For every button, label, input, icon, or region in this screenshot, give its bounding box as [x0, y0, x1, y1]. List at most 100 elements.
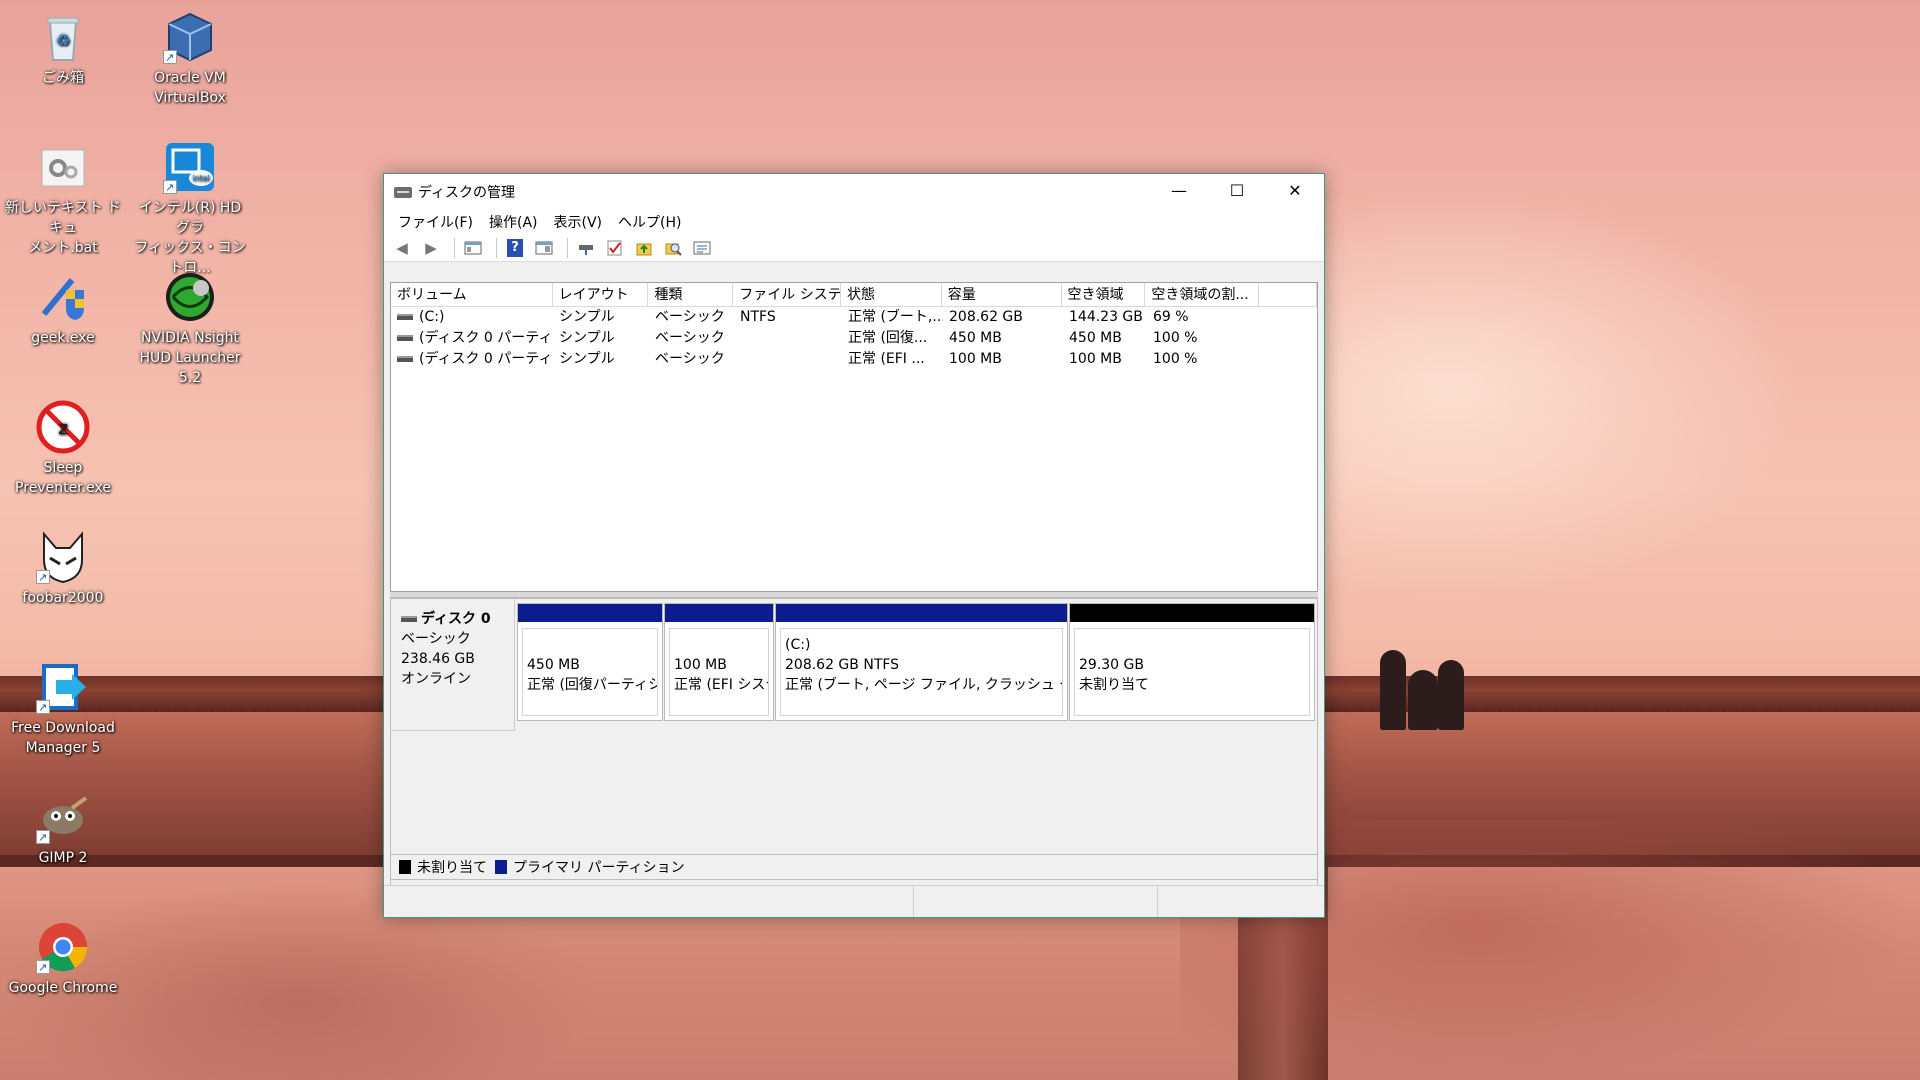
show-hide-action-pane-button[interactable]: [532, 237, 556, 259]
desktop-icon-bat-file[interactable]: 新しいテキスト ドキュ メント.bat: [3, 140, 123, 258]
disk-graphical-view[interactable]: ディスク 0 ベーシック 238.46 GB オンライン 450 MB 正常 (…: [390, 598, 1318, 888]
desktop-icon-label: 新しいテキスト ドキュ メント.bat: [4, 200, 122, 256]
desktop-icon-label: インテル(R) HD グラ フィックス・コントロ...: [134, 200, 246, 276]
type-cell: ベーシック: [655, 351, 725, 367]
connect-disk-button[interactable]: [574, 237, 598, 259]
desktop-icon-sleep-preventer[interactable]: z Sleep Preventer.exe: [3, 400, 123, 498]
partition-unallocated[interactable]: 29.30 GB 未割り当て: [1069, 603, 1315, 721]
toolbar-separator: [496, 237, 497, 258]
percent-free-cell: 69 %: [1153, 309, 1189, 325]
partition-efi[interactable]: 100 MB 正常 (EFI システ: [664, 603, 774, 721]
toolbar-separator: [454, 237, 455, 258]
legend: 未割り当て プライマリ パーティション: [390, 854, 1318, 880]
check-button[interactable]: [603, 237, 627, 259]
partition-status: 正常 (回復パーティショ: [527, 677, 657, 693]
column-header-percent-free[interactable]: 空き領域の割...: [1145, 283, 1260, 306]
desktop-icon-label: Google Chrome: [8, 980, 118, 996]
partition-c[interactable]: (C:) 208.62 GB NTFS 正常 (ブート, ページ ファイル, ク…: [775, 603, 1068, 721]
partition-size: 450 MB: [527, 657, 580, 673]
gimp-icon: [36, 790, 90, 848]
close-button[interactable]: ✕: [1266, 174, 1324, 206]
desktop-icon-label: NVIDIA Nsight HUD Launcher 5.2: [139, 330, 241, 386]
title-bar[interactable]: ディスクの管理 — ☐ ✕: [384, 174, 1324, 210]
search-button[interactable]: [661, 237, 685, 259]
chrome-icon: [36, 920, 90, 978]
forward-arrow-icon: ▶: [425, 238, 437, 257]
layout-cell: シンプル: [559, 330, 615, 346]
partition-status: 正常 (ブート, ページ ファイル, クラッシュ ダンプ, プラ: [785, 677, 1062, 693]
forward-button[interactable]: ▶: [419, 237, 443, 259]
partition-recovery[interactable]: 450 MB 正常 (回復パーティショ: [517, 603, 663, 721]
table-row[interactable]: (C:) シンプル ベーシック NTFS 正常 (ブート,... 208.62 …: [391, 307, 1317, 328]
table-row[interactable]: (ディスク 0 パーティショ... シンプル ベーシック 正常 (EFI ...…: [391, 349, 1317, 370]
status-bar: [384, 885, 1324, 917]
disk-0-label[interactable]: ディスク 0 ベーシック 238.46 GB オンライン: [391, 599, 515, 731]
volume-icon: [397, 356, 413, 362]
menu-help[interactable]: ヘルプ(H): [610, 212, 689, 232]
toolbar-separator: [567, 237, 568, 258]
nsight-icon: [163, 270, 217, 324]
desktop-icon-nsight[interactable]: NVIDIA Nsight HUD Launcher 5.2: [130, 270, 250, 388]
status-segment: [914, 886, 1158, 917]
virtualbox-icon: [163, 10, 217, 68]
svg-text:intel: intel: [192, 174, 210, 183]
gear-file-icon: [36, 140, 90, 194]
column-header-free-space[interactable]: 空き領域: [1062, 283, 1146, 306]
volume-list-header: ボリューム レイアウト 種類 ファイル システム 状態 容量 空き領域 空き領域…: [391, 283, 1317, 307]
column-header-filesystem[interactable]: ファイル システム: [733, 283, 842, 306]
svg-text:♻: ♻: [56, 31, 70, 50]
disk-management-window[interactable]: ディスクの管理 — ☐ ✕ ファイル(F) 操作(A) 表示(V) ヘルプ(H)…: [383, 173, 1325, 918]
primary-partition-bar: [665, 604, 773, 622]
column-header-capacity[interactable]: 容量: [942, 283, 1062, 306]
partition-title: [527, 635, 653, 655]
unallocated-swatch: [399, 860, 411, 874]
desktop-icon-virtualbox[interactable]: Oracle VM VirtualBox: [130, 10, 250, 108]
desktop-icon-foobar2000[interactable]: foobar2000: [3, 530, 123, 608]
status-segment: [1158, 886, 1322, 917]
table-row[interactable]: (ディスク 0 パーティショ... シンプル ベーシック 正常 (回復... 4…: [391, 328, 1317, 349]
menu-file[interactable]: ファイル(F): [390, 212, 481, 232]
desktop-icon-label: Free Download Manager 5: [11, 720, 115, 756]
minimize-button[interactable]: —: [1150, 174, 1208, 206]
partition-size: 29.30 GB: [1079, 657, 1144, 673]
disk-type: ベーシック: [401, 631, 471, 647]
volume-list[interactable]: ボリューム レイアウト 種類 ファイル システム 状態 容量 空き領域 空き領域…: [390, 282, 1318, 592]
disk-name: ディスク 0: [421, 611, 491, 627]
column-header-type[interactable]: 種類: [648, 283, 734, 306]
volume-name: (ディスク 0 パーティショ...: [419, 351, 553, 367]
status-segment: [384, 886, 914, 917]
menu-view[interactable]: 表示(V): [546, 212, 611, 232]
primary-partition-bar: [776, 604, 1067, 622]
desktop-icon-label: Oracle VM VirtualBox: [154, 70, 226, 106]
column-header-status[interactable]: 状態: [841, 283, 942, 306]
partition-size: 208.62 GB NTFS: [785, 657, 900, 673]
status-cell: 正常 (回復...: [848, 330, 928, 346]
free-space-cell: 450 MB: [1069, 330, 1122, 346]
desktop-icon-fdm[interactable]: Free Download Manager 5: [3, 660, 123, 758]
properties-icon: [693, 241, 711, 254]
properties-button[interactable]: [690, 237, 714, 259]
disk-size: 238.46 GB: [401, 651, 475, 667]
column-header-layout[interactable]: レイアウト: [553, 283, 649, 306]
desktop-icon-gimp[interactable]: GIMP 2: [3, 790, 123, 868]
capacity-cell: 450 MB: [949, 330, 1002, 346]
maximize-button[interactable]: ☐: [1208, 174, 1266, 206]
back-button[interactable]: ◀: [390, 237, 414, 259]
show-hide-console-tree-button[interactable]: [461, 237, 485, 259]
desktop-icon-chrome[interactable]: Google Chrome: [3, 920, 123, 998]
desktop-icon-recycle-bin[interactable]: ♻ ごみ箱: [3, 10, 123, 88]
partition-title: [674, 635, 764, 655]
search-folder-icon: [665, 243, 682, 256]
disk-status: オンライン: [401, 671, 471, 687]
column-header-volume[interactable]: ボリューム: [391, 283, 553, 306]
menu-action[interactable]: 操作(A): [481, 212, 546, 232]
help-button[interactable]: ?: [503, 237, 527, 259]
partition-title: (C:): [785, 637, 811, 653]
status-cell: 正常 (EFI ...: [848, 351, 925, 367]
disk-icon: [401, 616, 417, 622]
layout-cell: シンプル: [559, 351, 615, 367]
desktop-icon-intel-graphics[interactable]: intel インテル(R) HD グラ フィックス・コントロ...: [130, 140, 250, 278]
new-folder-button[interactable]: [632, 237, 656, 259]
desktop-icon-geek[interactable]: geek.exe: [3, 270, 123, 348]
action-pane-icon: [535, 241, 553, 254]
